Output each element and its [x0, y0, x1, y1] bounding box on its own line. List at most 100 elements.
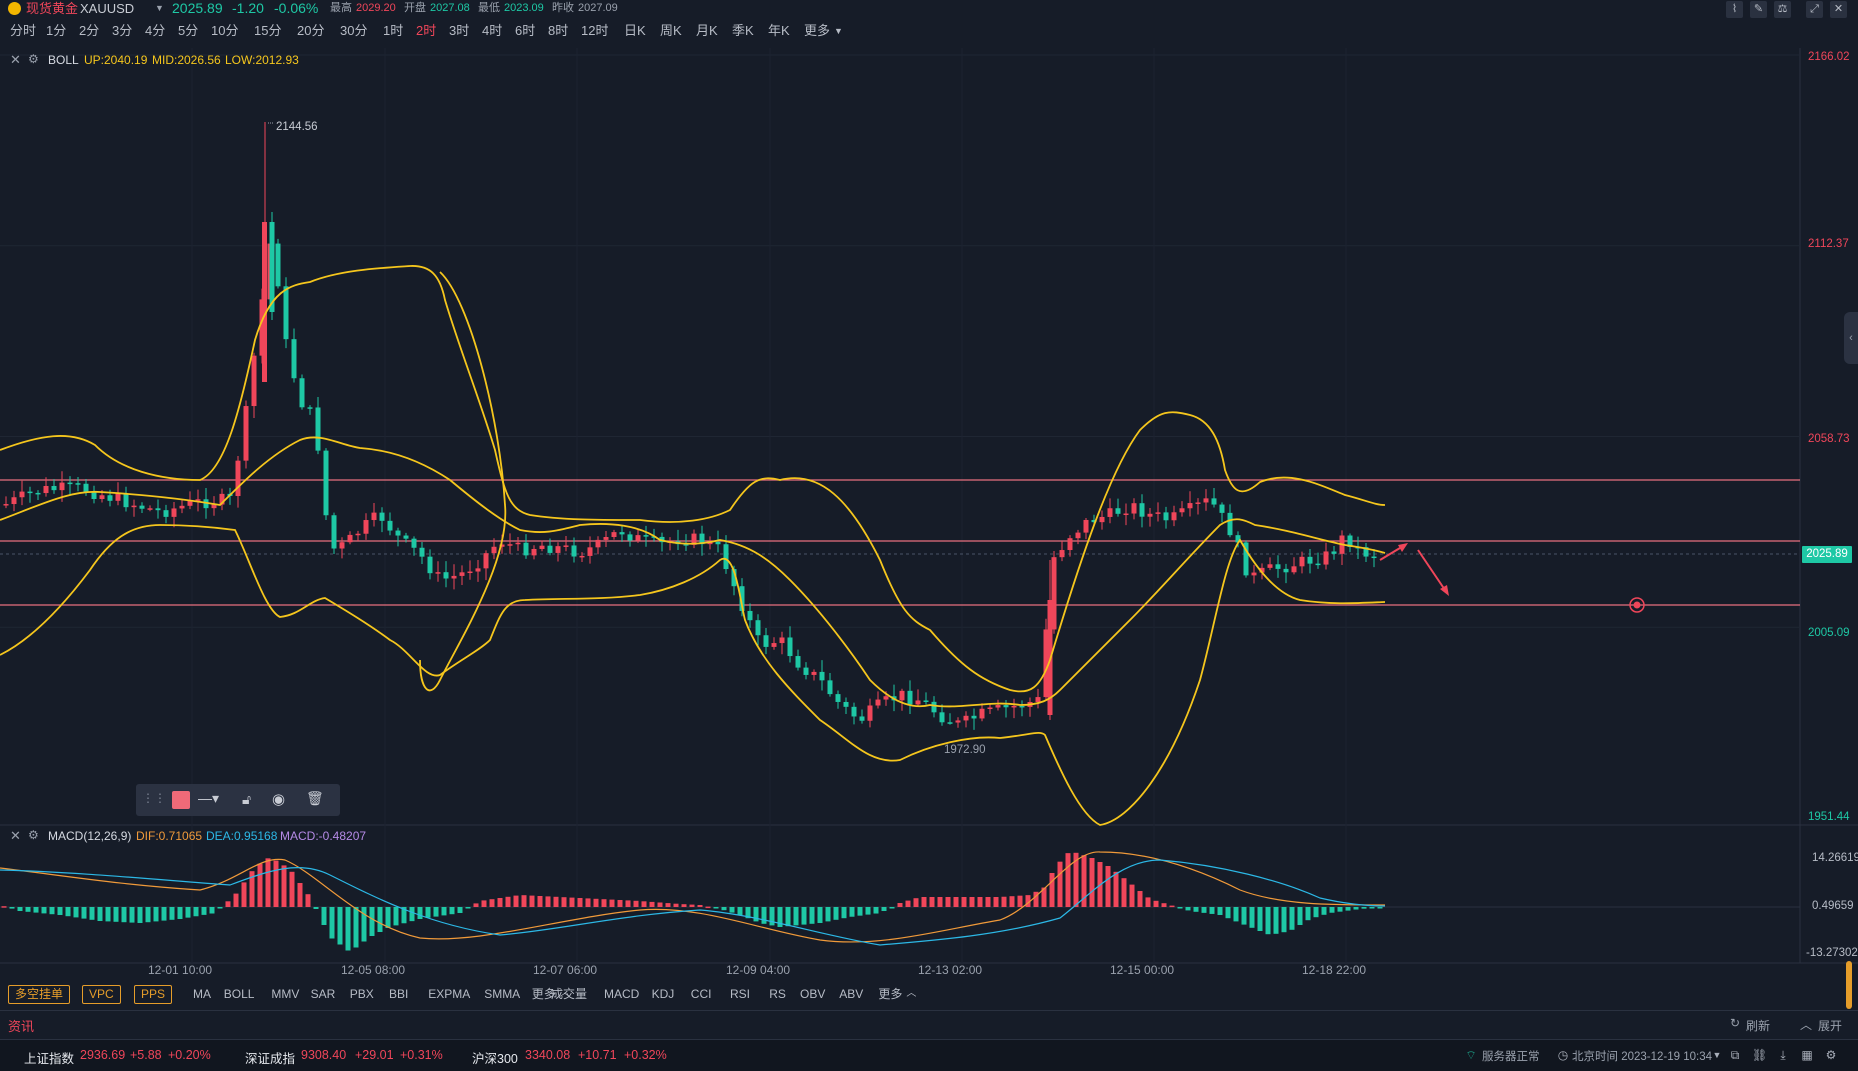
close-boll-icon[interactable]: ✕	[10, 52, 21, 68]
color-picker-button[interactable]	[172, 791, 190, 809]
main-indicator-button[interactable]: PBX	[350, 986, 374, 1002]
macd-histogram-bar	[257, 863, 263, 907]
more-periods-chevron-icon[interactable]: ▼	[834, 21, 843, 41]
candle-body	[1251, 572, 1257, 576]
layout-icon[interactable]: ▦	[1800, 1049, 1814, 1061]
fullscreen-icon[interactable]: ⤢	[1806, 1, 1823, 18]
wifi-icon: ⌔	[1465, 1048, 1477, 1062]
boll-settings-icon[interactable]: ⚙	[28, 52, 39, 66]
period-button[interactable]: 分时	[10, 21, 36, 41]
macd-histogram-bar	[337, 907, 343, 945]
main-indicator-button[interactable]: BBI	[389, 986, 408, 1002]
order-book-button[interactable]: 多空挂单	[8, 985, 71, 1004]
sub-indicator-button[interactable]: ABV	[839, 986, 863, 1002]
close-macd-icon[interactable]: ✕	[10, 828, 21, 844]
drag-handle-icon[interactable]: ⋮⋮	[142, 791, 166, 805]
period-button[interactable]: 3时	[449, 21, 469, 41]
period-button[interactable]: 20分	[297, 21, 324, 41]
boll-name[interactable]: BOLL	[48, 53, 79, 67]
instrument-name[interactable]: 现货黄金	[26, 0, 78, 17]
side-panel-toggle-icon[interactable]: ‹	[1844, 312, 1858, 364]
macd-name[interactable]: MACD(12,26,9)	[48, 829, 131, 843]
kline-chart[interactable]	[0, 45, 1858, 975]
period-button[interactable]: 更多	[804, 21, 830, 41]
chevron-down-icon[interactable]: ▼	[1710, 1049, 1724, 1061]
period-button[interactable]: 5分	[178, 21, 198, 41]
period-button[interactable]: 4分	[145, 21, 165, 41]
period-button[interactable]: 3分	[112, 21, 132, 41]
vpc-button[interactable]: VPC	[82, 985, 121, 1004]
sub-indicator-button[interactable]: OBV	[800, 986, 825, 1002]
news-title[interactable]: 资讯	[8, 1016, 34, 1035]
download-icon[interactable]: ⤓	[1776, 1049, 1790, 1061]
candle-body	[899, 690, 905, 701]
candle-body	[1227, 512, 1233, 536]
candle-body	[1283, 568, 1289, 573]
main-indicator-button[interactable]: MA	[193, 986, 211, 1002]
gold-coin-icon	[8, 2, 21, 15]
period-button[interactable]: 2时	[416, 21, 436, 41]
macd-settings-icon[interactable]: ⚙	[28, 828, 39, 842]
settings-icon[interactable]: ⚙	[1824, 1049, 1838, 1061]
macd-histogram-bar	[481, 900, 487, 907]
period-button[interactable]: 15分	[254, 21, 281, 41]
refresh-button[interactable]: 刷新	[1746, 1017, 1770, 1034]
macd-histogram-bar	[1329, 907, 1335, 913]
main-indicator-button[interactable]: SAR	[311, 986, 336, 1002]
main-indicator-button[interactable]: MMV	[271, 986, 299, 1002]
period-button[interactable]: 1分	[46, 21, 66, 41]
beijing-time[interactable]: 北京时间 2023-12-19 10:34	[1572, 1048, 1712, 1064]
draw-pen-icon[interactable]: ✎	[1750, 1, 1767, 18]
chart-type-icon[interactable]: ⌇	[1726, 1, 1743, 18]
symbol-dropdown-icon[interactable]: ▼	[155, 0, 164, 17]
index-name[interactable]: 上证指数	[24, 1048, 74, 1067]
period-button[interactable]: 年K	[768, 21, 790, 41]
trash-icon[interactable]: 🗑︎	[306, 790, 324, 807]
sub-indicator-button[interactable]: MACD	[604, 986, 639, 1002]
sub-indicator-button[interactable]: RSI	[730, 986, 750, 1002]
period-button[interactable]: 10分	[211, 21, 238, 41]
compare-icon[interactable]: ⚖	[1774, 1, 1791, 18]
index-name[interactable]: 深证成指	[245, 1048, 295, 1067]
sub-indicator-button[interactable]: CCI	[691, 986, 712, 1002]
period-button[interactable]: 2分	[79, 21, 99, 41]
period-button[interactable]: 8时	[548, 21, 568, 41]
sub-more-chevron-icon[interactable]: ︿	[906, 986, 916, 1002]
main-indicator-button[interactable]: EXPMA	[428, 986, 470, 1002]
period-button[interactable]: 月K	[696, 21, 718, 41]
refresh-icon[interactable]: ↻	[1730, 1016, 1740, 1030]
eye-icon[interactable]: ◉	[272, 790, 285, 808]
macd-panel	[0, 851, 1800, 951]
period-button[interactable]: 周K	[660, 21, 682, 41]
scroll-indicator[interactable]	[1846, 961, 1852, 1009]
sub-indicator-button[interactable]: RS	[769, 986, 786, 1002]
link-icon[interactable]: ⛓	[1752, 1049, 1767, 1061]
period-button[interactable]: 日K	[624, 21, 646, 41]
period-button[interactable]: 1时	[383, 21, 403, 41]
window-icon[interactable]: ⧉	[1728, 1049, 1742, 1061]
main-indicator-button[interactable]: BOLL	[224, 986, 255, 1002]
expand-button[interactable]: 展开	[1818, 1017, 1842, 1034]
candle-body	[171, 508, 177, 517]
period-button[interactable]: 12时	[581, 21, 608, 41]
close-icon[interactable]: ✕	[1830, 1, 1847, 18]
candle-body	[1299, 556, 1305, 567]
instrument-symbol[interactable]: XAUUSD	[80, 0, 134, 17]
candle-body	[283, 286, 289, 340]
main-indicator-button[interactable]: SMMA	[484, 986, 520, 1002]
period-button[interactable]: 30分	[340, 21, 367, 41]
sub-indicator-button[interactable]: KDJ	[652, 986, 675, 1002]
period-button[interactable]: 6时	[515, 21, 535, 41]
pps-button[interactable]: PPS	[134, 985, 173, 1004]
candle-body	[1155, 512, 1161, 514]
period-button[interactable]: 季K	[732, 21, 754, 41]
chevron-up-icon[interactable]: ︿	[1800, 1016, 1812, 1033]
sub-indicator-button[interactable]: 更多	[878, 986, 902, 1002]
lock-icon[interactable]: 🔓︎	[242, 791, 251, 808]
sub-indicator-button[interactable]: 成交量	[551, 986, 587, 1002]
index-name[interactable]: 沪深300	[472, 1048, 518, 1067]
arrow-head-icon	[1440, 585, 1449, 596]
line-style-icon[interactable]: —▾	[198, 790, 219, 807]
macd-dif: DIF:0.71065	[136, 829, 203, 843]
period-button[interactable]: 4时	[482, 21, 502, 41]
